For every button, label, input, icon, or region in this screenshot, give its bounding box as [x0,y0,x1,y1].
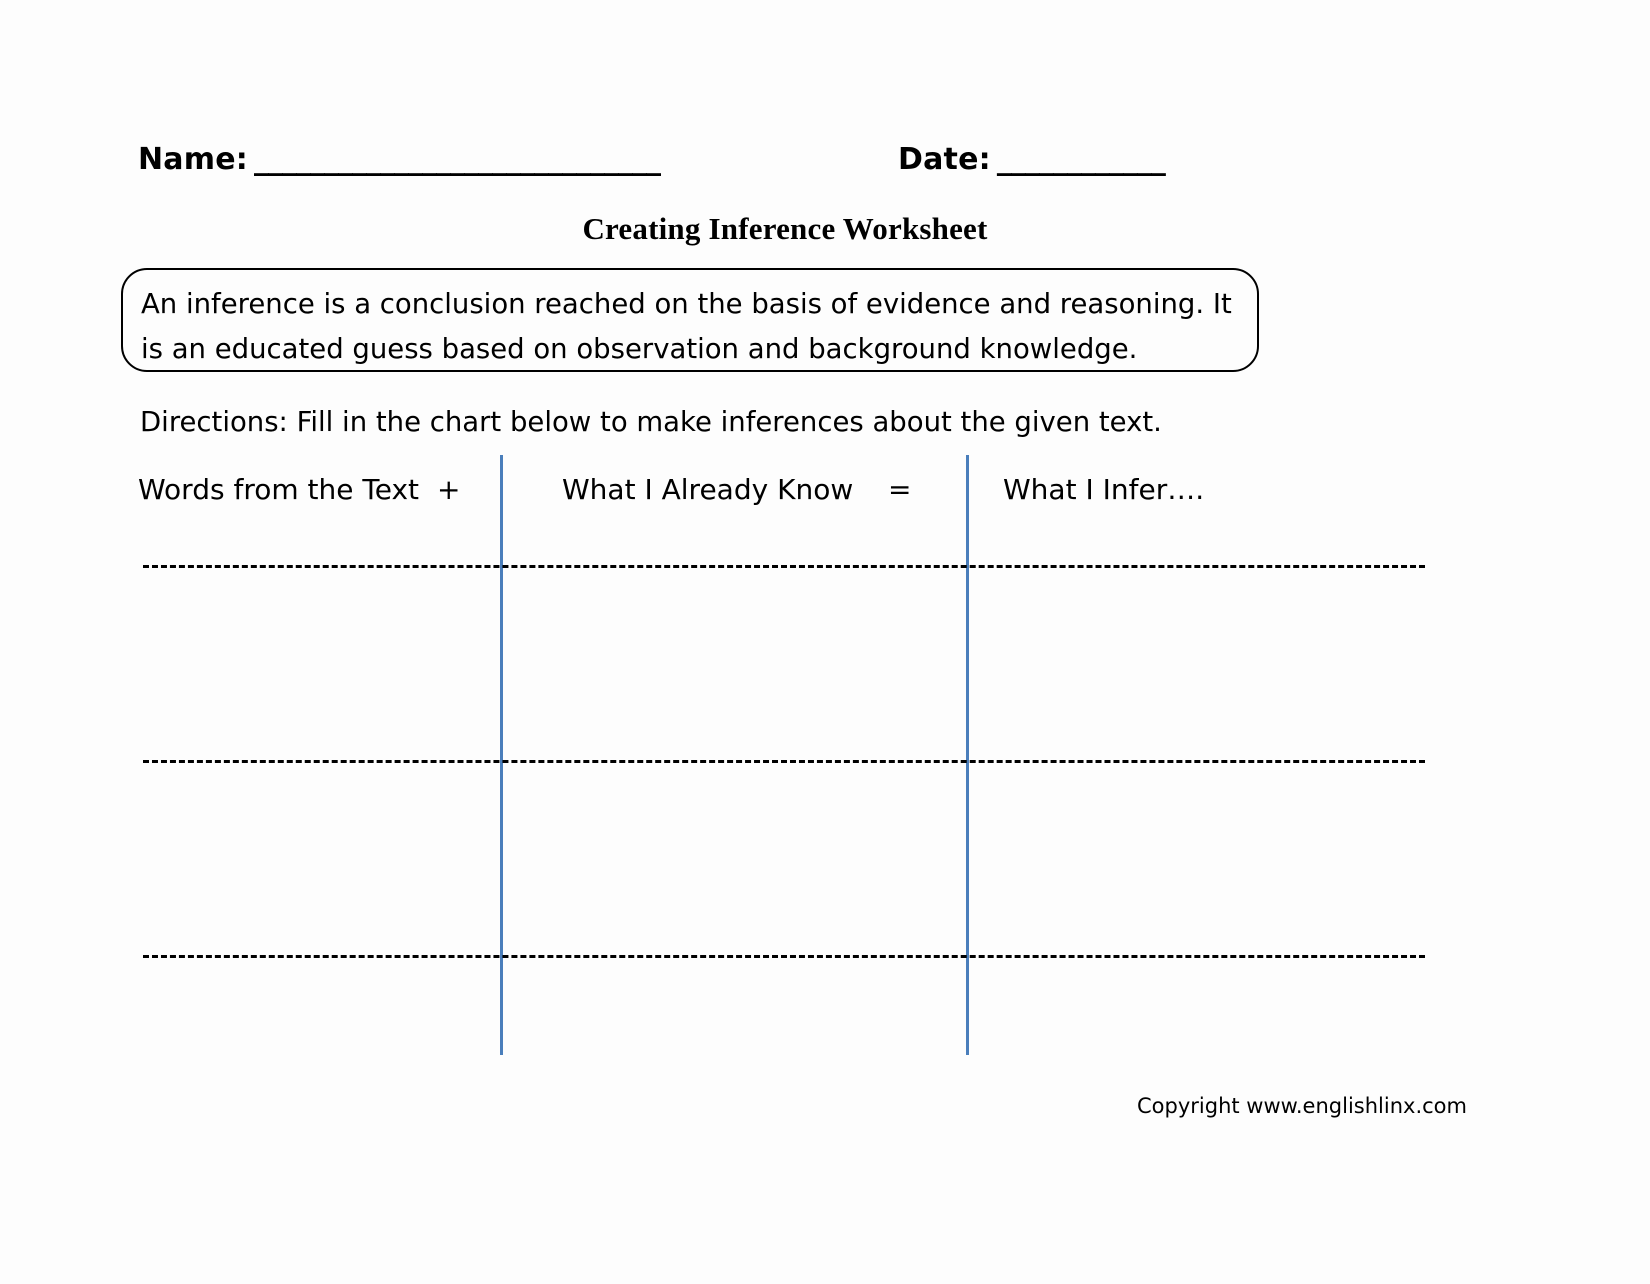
column-divider-left [500,455,503,1055]
column-header-what-i-already-know: What I Already Know [562,473,854,506]
name-label: Name: [138,142,248,177]
worksheet-page: Name: _____________________________ Date… [0,0,1650,1284]
copyright-text: Copyright www.englishlinx.com [1137,1094,1467,1118]
column-header-what-i-infer: What I Infer…. [1003,473,1205,506]
name-field-group: Name: _____________________________ [138,142,661,177]
definition-box: An inference is a conclusion reached on … [121,268,1259,372]
date-blank-line[interactable]: ____________ [997,142,1166,177]
inference-chart: Words from the Text + What I Already Kno… [0,455,1650,1075]
column-header-words-from-text: Words from the Text [138,473,419,506]
definition-text: An inference is a conclusion reached on … [141,288,1232,365]
directions-text: Directions: Fill in the chart below to m… [140,406,1162,438]
date-label: Date: [898,142,991,177]
operator-equals: = [888,473,912,506]
date-field-group: Date: ____________ [898,142,1166,177]
row-divider-1 [143,565,1425,568]
name-blank-line[interactable]: _____________________________ [254,142,661,177]
row-divider-2 [143,760,1425,763]
row-divider-3 [143,955,1425,958]
operator-plus: + [437,473,461,506]
name-date-row: Name: _____________________________ Date… [138,142,1458,190]
page-title: Creating Inference Worksheet [582,211,988,246]
column-divider-right [966,455,969,1055]
